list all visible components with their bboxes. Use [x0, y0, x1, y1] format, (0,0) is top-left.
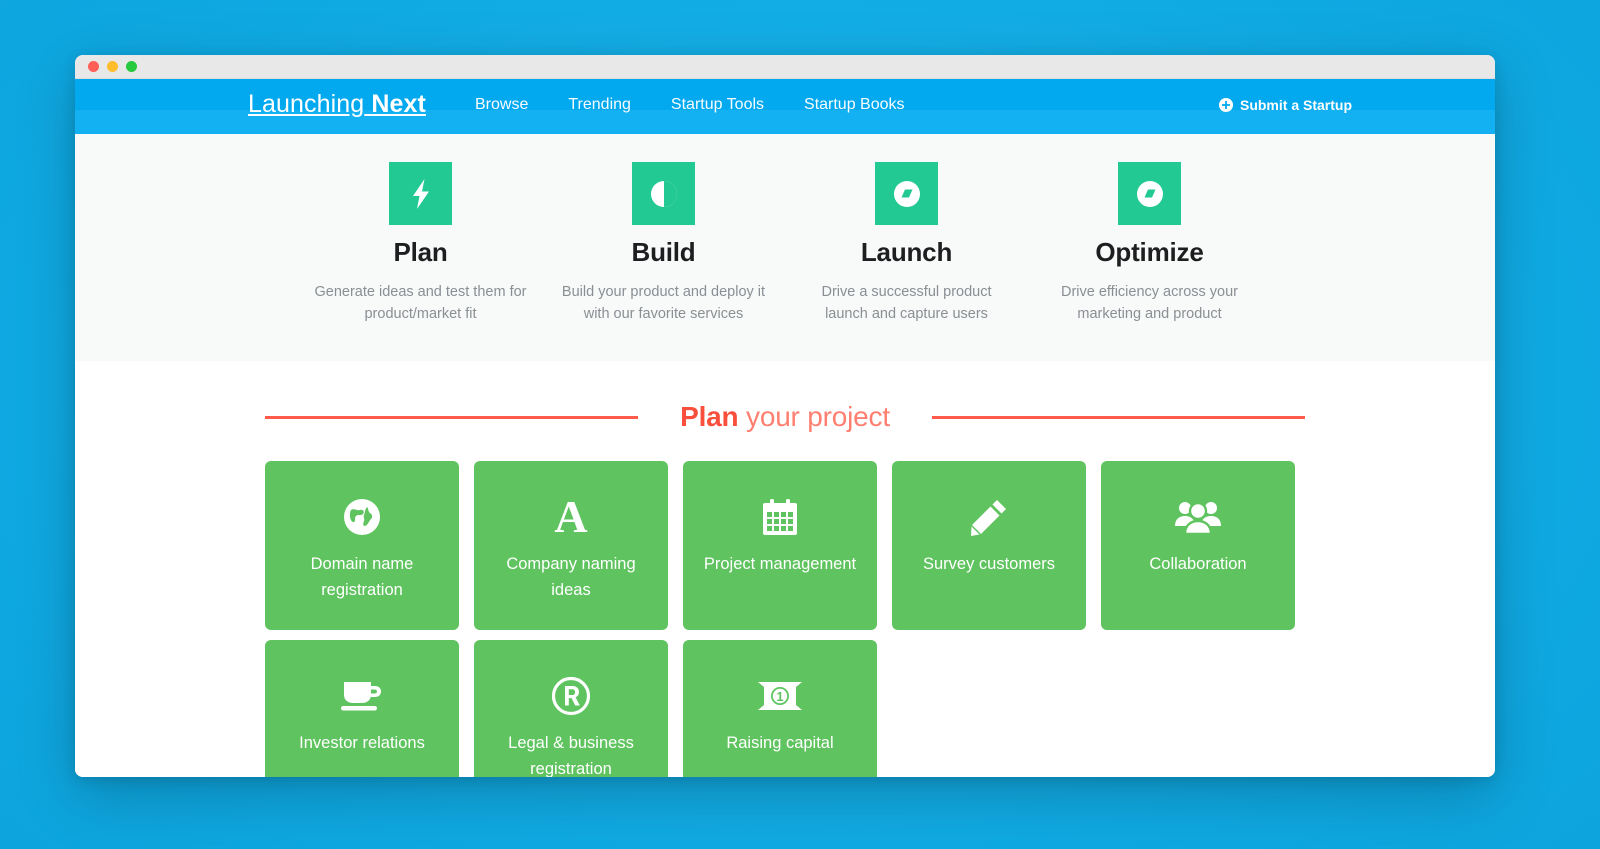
page-title: Plan your project	[638, 401, 932, 433]
card-label: Legal & business registration	[500, 730, 642, 777]
nav-item-browse[interactable]: Browse	[455, 96, 548, 114]
feature-desc-line2: marketing and product	[1077, 306, 1222, 322]
browser-window: Launching Next Browse Trending Startup T…	[75, 55, 1495, 777]
maximize-window-button[interactable]	[126, 61, 137, 72]
card-company-naming-ideas[interactable]: A Company naming ideas	[474, 461, 668, 630]
logo-text-light: Launching	[248, 90, 365, 118]
plus-circle-icon	[1218, 98, 1233, 112]
card-collaboration[interactable]: Collaboration	[1101, 461, 1295, 630]
features-band: Plan Generate ideas and test them for pr…	[75, 134, 1495, 361]
feature-desc-line2: with our favorite services	[583, 306, 744, 322]
card-label: Project management	[696, 551, 864, 577]
card-label: Domain name registration	[303, 551, 422, 603]
browser-titlebar	[75, 55, 1495, 79]
card-label-line1: Collaboration	[1149, 555, 1247, 573]
money-bill-icon: 1	[758, 674, 802, 718]
letter-a-icon: A	[554, 491, 588, 542]
card-survey-customers[interactable]: Survey customers	[892, 461, 1086, 630]
card-label: Collaboration	[1141, 551, 1254, 577]
feature-build: Build Build your product and deploy it w…	[542, 162, 785, 325]
navigation-bar: Launching Next Browse Trending Startup T…	[75, 79, 1495, 134]
feature-title: Launch	[860, 237, 953, 267]
card-label: Survey customers	[915, 551, 1063, 577]
card-label-line1: Company naming	[506, 555, 636, 573]
card-label-line2: registration	[530, 760, 612, 777]
card-label: Company naming ideas	[498, 551, 643, 603]
submit-startup-button[interactable]: Submit a Startup	[1218, 97, 1352, 113]
card-project-management[interactable]: Project management	[683, 461, 877, 630]
section-title-light: your project	[738, 401, 890, 432]
plan-section: Plan your project Domain name registrati…	[75, 361, 1495, 777]
calendar-icon	[760, 495, 800, 539]
feature-desc-line1: Generate ideas and test them for	[314, 284, 527, 300]
logo-text-bold: Next	[371, 90, 426, 118]
nav-item-startup-books[interactable]: Startup Books	[784, 96, 925, 114]
card-label-line1: Project management	[703, 555, 857, 573]
close-window-button[interactable]	[88, 61, 99, 72]
card-label-line1: Investor relations	[299, 734, 425, 752]
registered-trademark-icon	[551, 674, 591, 718]
contrast-icon	[632, 162, 695, 225]
bolt-icon	[389, 162, 452, 225]
nav-link-trending[interactable]: Trending	[548, 96, 651, 114]
feature-description: Generate ideas and test them for product…	[309, 281, 532, 325]
site-logo[interactable]: Launching Next	[248, 90, 426, 119]
card-legal-business-registration[interactable]: Legal & business registration	[474, 640, 668, 777]
coffee-icon	[341, 674, 383, 718]
card-label: Raising capital	[718, 730, 841, 756]
feature-plan: Plan Generate ideas and test them for pr…	[299, 162, 542, 325]
feature-description: Drive efficiency across your marketing a…	[1038, 281, 1261, 325]
feature-title: Plan	[393, 237, 448, 267]
feature-description: Drive a successful product launch and ca…	[795, 281, 1018, 325]
feature-description: Build your product and deploy it with ou…	[552, 281, 775, 325]
card-label-line2: ideas	[551, 581, 591, 599]
section-heading: Plan your project	[75, 401, 1495, 433]
compass-icon	[1118, 162, 1181, 225]
nav-link-startup-books[interactable]: Startup Books	[784, 96, 925, 114]
feature-launch: Launch Drive a successful product launch…	[785, 162, 1028, 325]
card-raising-capital[interactable]: 1 Raising capital	[683, 640, 877, 777]
letter-a-glyph: A	[554, 491, 588, 542]
users-icon	[1175, 495, 1221, 539]
card-label-line1: Domain name	[310, 555, 414, 573]
feature-optimize: Optimize Drive efficiency across your ma…	[1028, 162, 1271, 325]
feature-desc-line1: Drive efficiency across your	[1060, 284, 1239, 300]
feature-desc-line1: Build your product and deploy it	[561, 284, 766, 300]
primary-nav: Browse Trending Startup Tools Startup Bo…	[455, 96, 925, 114]
tool-card-grid: Domain name registration A Company namin…	[75, 433, 1495, 777]
card-label: Investor relations	[291, 730, 433, 756]
card-investor-relations[interactable]: Investor relations	[265, 640, 459, 777]
feature-desc-line2: product/market fit	[364, 306, 477, 322]
pencil-icon	[970, 495, 1008, 539]
nav-item-trending[interactable]: Trending	[548, 96, 651, 114]
card-domain-name-registration[interactable]: Domain name registration	[265, 461, 459, 630]
section-title-bold: Plan	[680, 401, 739, 432]
card-label-line2: registration	[321, 581, 403, 599]
nav-link-startup-tools[interactable]: Startup Tools	[651, 96, 784, 114]
feature-title: Build	[631, 237, 696, 267]
section-rule-left	[265, 415, 639, 419]
card-label-line1: Raising capital	[726, 734, 834, 752]
feature-desc-line1: Drive a successful product	[821, 284, 992, 300]
globe-icon	[343, 495, 381, 539]
feature-desc-line2: launch and capture users	[825, 306, 988, 322]
nav-link-browse[interactable]: Browse	[455, 96, 548, 114]
nav-item-startup-tools[interactable]: Startup Tools	[651, 96, 784, 114]
page-viewport: Launching Next Browse Trending Startup T…	[75, 79, 1495, 777]
card-label-line1: Survey customers	[922, 555, 1056, 573]
card-label-line1: Legal & business	[508, 734, 634, 752]
compass-icon	[875, 162, 938, 225]
minimize-window-button[interactable]	[107, 61, 118, 72]
svg-text:1: 1	[776, 689, 783, 704]
feature-title: Optimize	[1095, 237, 1204, 267]
section-rule-right	[931, 415, 1305, 419]
submit-startup-label: Submit a Startup	[1239, 97, 1352, 113]
